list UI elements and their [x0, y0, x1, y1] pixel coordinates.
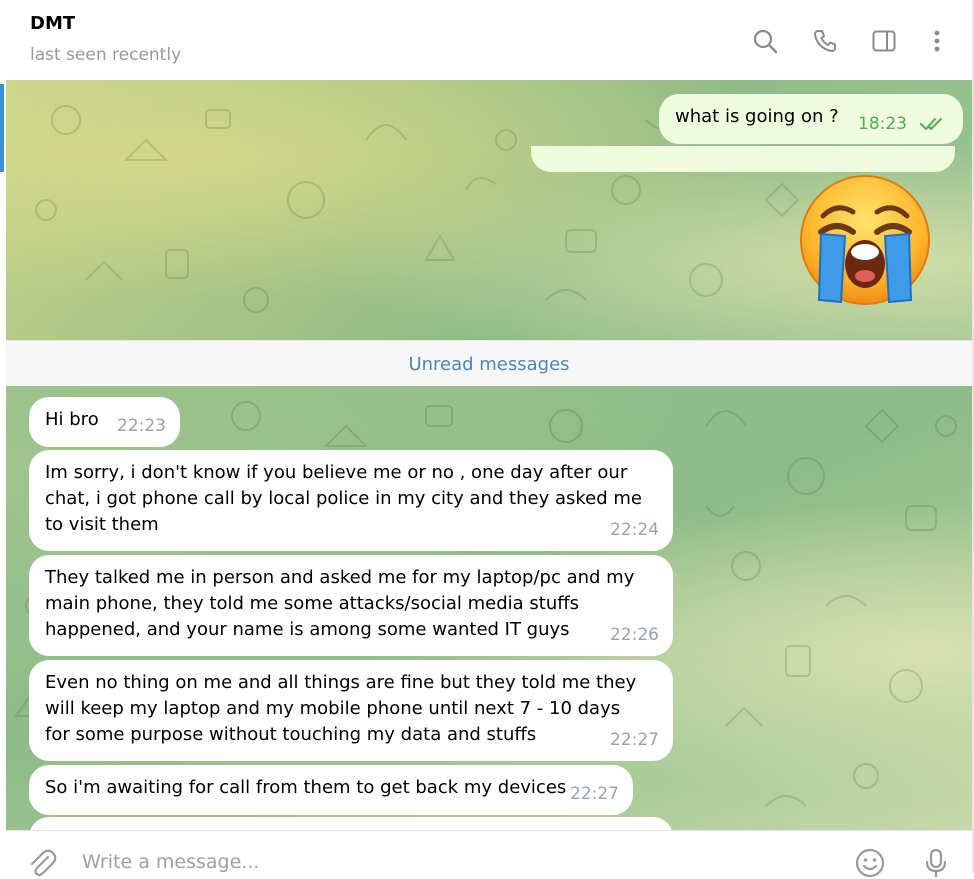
- message-text: They talked me in person and asked me fo…: [45, 567, 635, 640]
- active-chat-indicator: [0, 84, 4, 172]
- incoming-message[interactable]: They talked me in person and asked me fo…: [29, 555, 673, 656]
- chat-status: last seen recently: [30, 45, 182, 65]
- message-text: what is going on ?: [675, 106, 839, 127]
- message-time: 22:23: [117, 416, 166, 436]
- sidebar-toggle-button[interactable]: [867, 24, 901, 58]
- message-composer: [6, 830, 972, 878]
- incoming-message[interactable]: So i'm awaiting for call from them to ge…: [29, 765, 633, 815]
- message-time: 22:24: [610, 520, 659, 540]
- call-button[interactable]: [808, 24, 842, 58]
- message-text: So i'm awaiting for call from them to ge…: [45, 777, 567, 798]
- unread-messages-separator: Unread messages: [6, 340, 972, 388]
- chat-title[interactable]: DMT: [30, 13, 75, 34]
- sidebar-toggle-icon: [872, 30, 896, 52]
- message-text: Im sorry, i don't know if you believe me…: [45, 462, 642, 535]
- outgoing-message[interactable]: what is going on ? 18:23: [659, 94, 963, 144]
- previous-message-bubble-clipped[interactable]: [531, 146, 955, 172]
- message-text: Hi bro: [45, 409, 99, 430]
- search-button[interactable]: [748, 24, 782, 58]
- phone-icon: [814, 30, 836, 52]
- message-time: 22:26: [610, 625, 659, 645]
- message-time: 22:27: [610, 730, 659, 750]
- more-options-button[interactable]: [920, 24, 954, 58]
- message-time: 18:23: [858, 114, 907, 134]
- microphone-icon[interactable]: [920, 847, 952, 879]
- emoji-icon[interactable]: [854, 847, 886, 879]
- chat-header: DMT last seen recently: [6, 0, 972, 81]
- message-time: 22:27: [570, 784, 619, 804]
- message-text: Even no thing on me and all things are f…: [45, 672, 637, 745]
- attach-icon[interactable]: [26, 847, 58, 879]
- unread-messages-label: Unread messages: [408, 353, 570, 375]
- incoming-message[interactable]: Even no thing on me and all things are f…: [29, 660, 673, 761]
- incoming-message[interactable]: Hi bro 22:23: [29, 397, 180, 447]
- incoming-message[interactable]: Im sorry, i don't know if you believe me…: [29, 450, 673, 551]
- more-vertical-icon: [934, 30, 940, 52]
- double-check-icon: [920, 118, 942, 130]
- crying-face-sticker-icon[interactable]: [797, 172, 933, 308]
- message-input[interactable]: [82, 851, 802, 873]
- search-icon: [753, 29, 778, 54]
